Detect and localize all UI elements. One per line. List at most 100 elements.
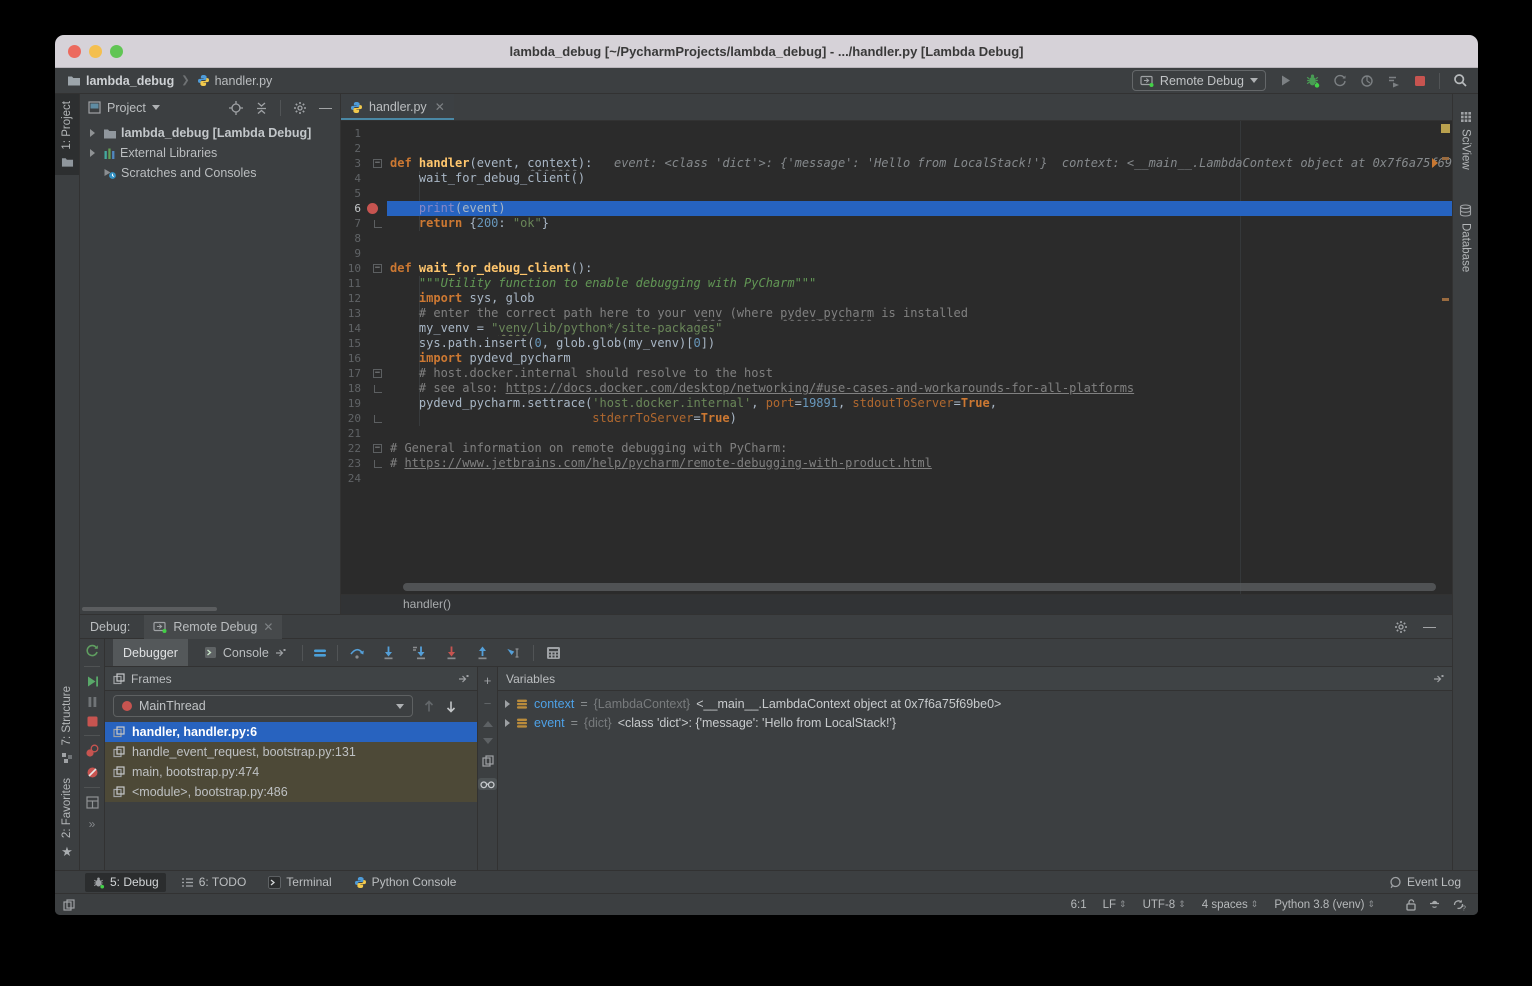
encoding-widget[interactable]: UTF-8⇕ (1143, 899, 1186, 911)
gutter[interactable] (361, 411, 387, 426)
breakpoint-dot[interactable] (367, 203, 378, 214)
code-line[interactable]: 5 (341, 186, 1452, 201)
run-configuration-select[interactable]: Remote Debug (1132, 70, 1266, 91)
move-watch-down-icon[interactable] (483, 738, 493, 744)
code-area[interactable]: 123−def handler(event, context): event: … (341, 121, 1452, 594)
add-watch-icon[interactable]: + (484, 675, 492, 687)
inspections-hector-icon[interactable] (1428, 898, 1441, 911)
toolwindow-debug-button[interactable]: 5: Debug (85, 873, 166, 892)
hide-panel-icon[interactable]: — (319, 100, 332, 115)
force-step-into-icon[interactable] (444, 645, 459, 660)
code-line[interactable]: 4 wait_for_debug_client() (341, 171, 1452, 186)
step-into-my-code-icon[interactable] (412, 645, 428, 660)
horizontal-scrollbar[interactable] (403, 583, 1436, 591)
lock-icon[interactable] (1405, 898, 1417, 911)
tab-console[interactable]: Console (194, 639, 296, 666)
code-line[interactable]: 3−def handler(event, context): event: <c… (341, 156, 1452, 171)
code-line[interactable]: 19 pydevd_pycharm.settrace('host.docker.… (341, 396, 1452, 411)
gutter[interactable] (361, 246, 387, 261)
gutter[interactable] (361, 336, 387, 351)
toolwindow-python-console-button[interactable]: Python Console (347, 873, 464, 892)
code-line[interactable]: 10−def wait_for_debug_client(): (341, 261, 1452, 276)
show-watches-icon[interactable] (478, 778, 497, 790)
line-separator-widget[interactable]: LF⇕ (1103, 899, 1127, 911)
fold-marker[interactable]: − (373, 159, 382, 168)
code-line[interactable]: 13 # enter the correct path here to your… (341, 306, 1452, 321)
tree-item-external-libraries[interactable]: External Libraries (80, 143, 340, 163)
mute-breakpoints-icon[interactable] (86, 766, 99, 779)
hide-panel-icon[interactable]: — (1423, 619, 1436, 634)
gutter[interactable] (361, 426, 387, 441)
code-line[interactable]: 14 my_venv = "venv/lib/python*/site-pack… (341, 321, 1452, 336)
fold-marker[interactable]: − (373, 264, 382, 273)
gutter[interactable]: − (361, 156, 387, 171)
gutter[interactable] (361, 141, 387, 156)
move-watch-up-icon[interactable] (483, 721, 493, 727)
duplicate-watch-icon[interactable] (482, 755, 494, 767)
toolstrip-favorites-tab[interactable]: 2: Favorites ★ (55, 771, 79, 870)
stop-button[interactable] (1414, 75, 1426, 87)
toolstrip-structure-tab[interactable]: 7: Structure (55, 679, 79, 770)
gutter[interactable] (361, 216, 387, 231)
coverage-button[interactable] (1360, 74, 1374, 88)
step-into-icon[interactable] (381, 645, 396, 660)
gutter[interactable] (361, 126, 387, 141)
tab-debugger[interactable]: Debugger (113, 639, 188, 666)
toolstrip-database-tab[interactable]: Database (1453, 197, 1478, 279)
gutter[interactable] (361, 306, 387, 321)
chevron-down-icon[interactable] (152, 105, 160, 110)
collapse-all-icon[interactable] (255, 101, 268, 115)
gutter[interactable]: − (361, 261, 387, 276)
step-out-icon[interactable] (475, 645, 490, 660)
gutter[interactable]: − (361, 441, 387, 456)
fold-marker[interactable]: − (373, 369, 382, 378)
code-line[interactable]: 7 return {200: "ok"} (341, 216, 1452, 231)
sync-status-icon[interactable]: ? (1452, 898, 1466, 911)
thread-dropdown[interactable]: MainThread (113, 695, 413, 717)
close-session-icon[interactable]: ✕ (263, 620, 273, 634)
toolstrip-project-tab[interactable]: 1: Project (55, 94, 79, 175)
gutter[interactable] (361, 321, 387, 336)
gutter[interactable] (361, 201, 387, 216)
run-button[interactable] (1279, 74, 1292, 87)
fold-end-marker[interactable] (374, 460, 382, 468)
code-line[interactable]: 12 import sys, glob (341, 291, 1452, 306)
gutter[interactable] (361, 186, 387, 201)
fold-end-marker[interactable] (374, 385, 382, 393)
profiler-button[interactable] (1333, 74, 1347, 88)
project-view-title[interactable]: Project (107, 101, 146, 115)
code-line[interactable]: 6 print(event) (341, 201, 1452, 216)
breadcrumb-project[interactable]: lambda_debug (86, 74, 174, 88)
view-options-icon[interactable] (313, 647, 327, 659)
fold-end-marker[interactable] (374, 415, 382, 423)
code-line[interactable]: 2 (341, 141, 1452, 156)
breadcrumb-file[interactable]: handler.py (215, 74, 273, 88)
toolstrip-sciview-tab[interactable]: SciView (1453, 104, 1478, 177)
fold-marker[interactable]: − (373, 444, 382, 453)
indent-widget[interactable]: 4 spaces⇕ (1202, 899, 1259, 911)
code-line[interactable]: 24 (341, 471, 1452, 486)
frame-row[interactable]: main, bootstrap.py:474 (105, 762, 477, 782)
expand-arrow-icon[interactable] (90, 129, 95, 137)
hide-toolwindows-icon[interactable] (63, 899, 75, 911)
code-line[interactable]: 20 stderrToServer=True) (341, 411, 1452, 426)
code-line[interactable]: 21 (341, 426, 1452, 441)
interpreter-widget[interactable]: Python 3.8 (venv)⇕ (1274, 899, 1375, 911)
previous-frame-icon[interactable] (423, 700, 435, 713)
gutter[interactable] (361, 396, 387, 411)
editor-tab-handler-py[interactable]: handler.py ✕ (341, 94, 454, 120)
restore-layout-icon[interactable] (86, 796, 99, 809)
debug-button[interactable] (1305, 73, 1320, 88)
gutter[interactable] (361, 291, 387, 306)
editor-breadcrumb[interactable]: handler() (341, 594, 1452, 614)
resume-icon[interactable] (86, 675, 99, 688)
run-to-cursor-icon[interactable] (506, 645, 522, 660)
gutter[interactable] (361, 351, 387, 366)
code-line[interactable]: 15 sys.path.insert(0, glob.glob(my_venv)… (341, 336, 1452, 351)
gear-icon[interactable] (293, 101, 307, 115)
gutter[interactable] (361, 231, 387, 246)
expand-arrow-icon[interactable] (90, 149, 95, 157)
event-log-button[interactable]: Event Log (1382, 873, 1468, 892)
gutter[interactable] (361, 381, 387, 396)
step-over-icon[interactable] (349, 645, 365, 660)
